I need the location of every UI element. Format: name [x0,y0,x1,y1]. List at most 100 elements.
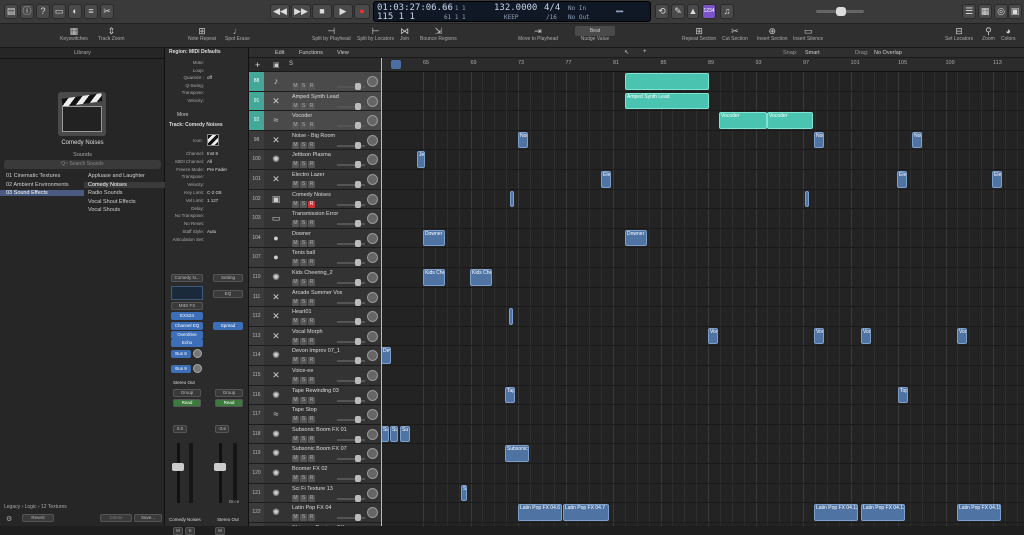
solo-button[interactable]: S [300,357,307,364]
track-row[interactable]: 111✕Arcade Summer VoxMSR [249,288,381,308]
region[interactable] [625,73,709,90]
mute-button[interactable]: M [292,259,299,266]
volume-handle[interactable] [836,7,846,16]
track-volume-slider[interactable] [337,106,365,108]
fader-handle-1[interactable] [172,463,184,471]
pan-knob[interactable] [367,115,378,126]
playhead[interactable] [381,58,382,526]
replace-button[interactable]: ✎ [671,4,685,19]
pan-knob[interactable] [367,429,378,440]
bounce-regions-tool[interactable]: ⇲Bounce Regions [420,26,457,42]
track-volume-slider[interactable] [337,321,365,323]
solo-button[interactable]: S [300,495,307,502]
track-zoom-tool[interactable]: ⇕Track Zoom [98,26,124,42]
track-row[interactable]: 88♪MSR [249,72,381,92]
region[interactable]: Su [390,426,398,443]
keyswitches-tool[interactable]: ▦Keyswitches [60,26,88,42]
pan-knob[interactable] [367,174,378,185]
track-icon[interactable]: ✕ [269,134,283,147]
record-enable-button[interactable]: R [308,83,315,90]
track-icon[interactable]: ● [269,251,283,264]
region[interactable]: Latin Pop FX 04.15 [957,504,1001,521]
track-volume-slider[interactable] [337,439,365,441]
record-enable-button[interactable]: R [308,220,315,227]
track-icon[interactable]: ✺ [269,467,283,480]
pan-knob[interactable] [367,448,378,459]
sound-item[interactable]: Vocal Shout Effects [84,199,165,205]
record-enable-button[interactable]: R [308,416,315,423]
track-name[interactable]: Vocoder [292,113,312,119]
record-enable-button[interactable]: R [308,357,315,364]
spread-insert[interactable]: Spread [213,322,243,330]
solo-button[interactable]: S [300,436,307,443]
track-icon[interactable]: ✕ [269,310,283,323]
track-icon[interactable]: ✺ [269,271,283,284]
mute-button[interactable]: M [292,201,299,208]
mute-button[interactable]: M [292,240,299,247]
solo-button[interactable]: S [300,83,307,90]
toolbar-toggle-button[interactable]: ▭ [52,4,66,19]
mute-button[interactable]: M [292,142,299,149]
track-row[interactable]: 122✺Latin Pop FX 04MSR [249,503,381,523]
region-header[interactable]: Region: MIDI Defaults [169,49,221,55]
track-name[interactable]: Tenis ball [292,250,315,256]
track-row[interactable]: 113✕Vocal MorphMSR [249,327,381,347]
region[interactable]: Voc [814,328,824,345]
pan-knob[interactable] [367,135,378,146]
pan-knob[interactable] [367,507,378,518]
solo-button[interactable]: S [300,475,307,482]
track-row[interactable]: 110✺Kids Cheering_2MSR [249,268,381,288]
more-disclosure[interactable]: More [177,112,188,118]
track-volume-slider[interactable] [337,204,365,206]
track-icon[interactable]: ✕ [269,369,283,382]
track-volume-slider[interactable] [337,400,365,402]
fader-handle-2[interactable] [214,463,226,471]
set-locators-tool[interactable]: ⊟Set Locators [945,26,973,42]
repeat-section-tool[interactable]: ⊞Repeat Section [682,26,716,42]
track-row[interactable]: 103▭Transmission ErrorMSR [249,209,381,229]
stop-button[interactable]: ■ [312,4,332,19]
track-name[interactable]: Latin Pop FX 04 [292,505,331,511]
send-bus-9[interactable]: Bus 9 [171,365,191,373]
snap-select[interactable]: Smart [805,50,820,56]
region[interactable]: Voc [861,328,871,345]
pan-knob[interactable] [367,252,378,263]
track-icon[interactable]: ● [269,232,283,245]
solo-button[interactable]: S [300,181,307,188]
track-icon[interactable]: ≈ [269,114,283,127]
region[interactable]: Kids Che [423,269,445,286]
pan-knob[interactable] [367,311,378,322]
send-knob-2[interactable] [193,364,202,373]
eq-slot-2[interactable]: EQ [213,290,243,298]
track-volume-slider[interactable] [337,86,365,88]
insert-section-tool[interactable]: ⊕Insert Section [757,26,788,42]
track-volume-slider[interactable] [337,164,365,166]
region[interactable]: Subsonic B [505,445,529,462]
split-by-locators-tool[interactable]: ⊢Split by Locators [357,26,394,42]
notepad-button[interactable]: ▦ [978,4,992,19]
track-row[interactable]: 101✕Electro LazerMSR [249,170,381,190]
save-button[interactable]: Save... [134,514,162,522]
arrange-area[interactable]: ↖ + Snap: Smart Drag: No Overlap 6569737… [381,48,1024,526]
volume-readout[interactable]: 0.0 [173,425,187,433]
rewind-button[interactable]: ◀◀ [270,4,290,19]
mute-button[interactable]: M [292,436,299,443]
track-row[interactable]: 116✺Tape Rewinding 03MSR [249,386,381,406]
track-field-value[interactable]: Inst 8 [207,151,218,156]
record-enable-button[interactable]: R [308,338,315,345]
forward-button[interactable]: ▶▶ [291,4,311,19]
nudge-select[interactable]: Beat [575,26,615,36]
automation-mode[interactable]: Read [173,399,201,407]
track-icon[interactable]: ✺ [269,153,283,166]
record-enable-button[interactable]: R [308,240,315,247]
track-row[interactable]: 104●DownerMSR [249,229,381,249]
pointer-tool-icon[interactable]: ↖ [624,49,629,56]
solo-button[interactable]: S [300,161,307,168]
pan-knob[interactable] [367,272,378,283]
insert-slot[interactable]: Echo [171,339,203,347]
pan-knob[interactable] [367,292,378,303]
track-row[interactable]: 121✺Sci Fi Texture 13MSR [249,484,381,504]
track-icon[interactable]: ✺ [269,506,283,519]
region[interactable]: Jet [417,151,425,168]
track-name[interactable]: Devon Improv 07_1 [292,348,340,354]
